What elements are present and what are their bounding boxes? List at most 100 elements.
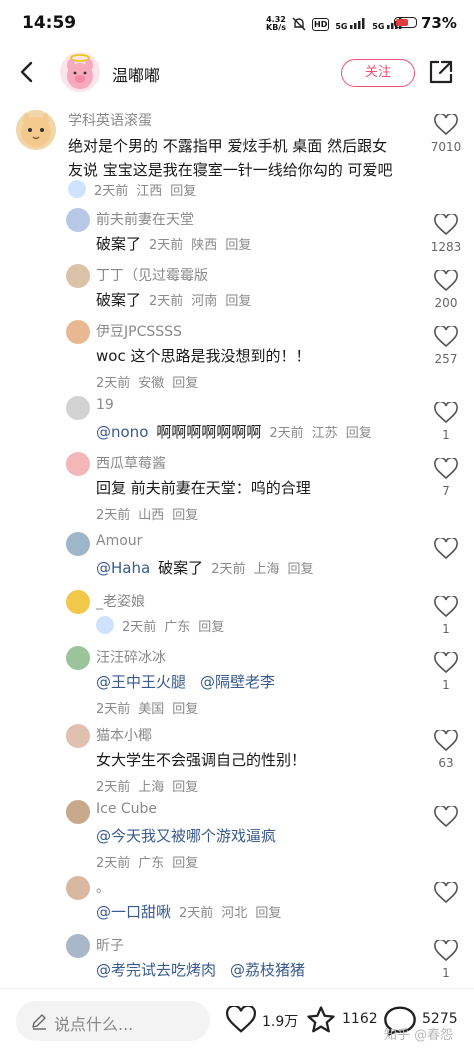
post-header: 温嘟嘟 关注 — [0, 48, 474, 100]
commenter-name[interactable]: 汪汪碎冰冰 — [96, 647, 166, 667]
commenter-avatar[interactable] — [66, 320, 90, 344]
commenter-name[interactable]: 昕子 — [96, 935, 124, 955]
favorite-button[interactable]: 1162 — [306, 1003, 378, 1039]
reply-button[interactable]: 回复 — [198, 620, 224, 635]
mention-link[interactable]: @一口甜啾 — [96, 903, 171, 921]
comment-meta: 2天前 上海 回复 — [211, 562, 314, 577]
comment-meta: 2天前 河北 回复 — [179, 906, 282, 921]
like-heart-icon[interactable] — [434, 882, 458, 904]
mention-link[interactable]: @荔枝猪猪 — [230, 961, 305, 979]
commenter-avatar[interactable] — [66, 590, 90, 614]
comment-text-line-2: 友说 宝宝这是我在寝室一针一线给你勾的 可爱吧 — [68, 161, 393, 179]
like-heart-icon[interactable] — [434, 940, 458, 962]
commenter-avatar[interactable] — [66, 264, 90, 288]
like-heart-icon[interactable] — [434, 270, 458, 292]
commenter-name[interactable]: 学科英语滚蛋 — [68, 110, 152, 130]
comment-meta: 2天前 山西 回复 — [96, 508, 199, 523]
like-heart-icon[interactable] — [434, 326, 458, 348]
reply-button[interactable]: 回复 — [287, 562, 313, 577]
mention-link[interactable]: @隔壁老李 — [200, 673, 275, 691]
commenter-name[interactable]: 前夫前妻在天堂 — [96, 209, 194, 229]
comment-meta: 2天前 河南 回复 — [149, 294, 252, 309]
like-count: 1 — [442, 966, 450, 980]
like-heart-icon[interactable] — [434, 538, 458, 560]
like-heart-icon[interactable] — [434, 596, 458, 618]
like-heart-icon[interactable] — [434, 214, 458, 236]
bottom-bar: 说点什么... 1.9万 1162 5275 — [0, 988, 474, 1054]
commenter-avatar[interactable] — [66, 646, 90, 670]
comment-text-line-1: 绝对是个男的 不露指甲 爱炫手机 桌面 然后跟女 — [68, 137, 388, 155]
comment-meta: 2天前 广东 回复 — [96, 856, 199, 871]
post-favorite-count: 1162 — [342, 1011, 378, 1027]
commenter-name[interactable]: 西瓜草莓酱 — [96, 453, 166, 473]
commenter-name[interactable]: Amour — [96, 533, 142, 549]
reply-button[interactable]: 回复 — [346, 426, 372, 441]
reply-button[interactable]: 回复 — [172, 376, 198, 391]
commenter-avatar[interactable] — [66, 800, 90, 824]
like-heart-icon[interactable] — [434, 402, 458, 424]
commenter-name[interactable]: 丁丁（见过霉霉版 — [96, 265, 208, 285]
commenter-name[interactable]: 伊豆JPCSSSS — [96, 321, 182, 341]
reply-button[interactable]: 回复 — [170, 184, 196, 199]
commenter-avatar[interactable] — [66, 208, 90, 232]
reply-content: @Haha 破案了 2天前 上海 回复 — [96, 557, 322, 578]
commenter-name[interactable]: _老姿娘 — [96, 591, 145, 611]
mention-link[interactable]: @nono — [96, 423, 148, 441]
commenter-avatar[interactable] — [66, 452, 90, 476]
commenter-avatar[interactable] — [66, 876, 90, 900]
commenter-name[interactable]: 。 — [96, 877, 110, 897]
reply-text: 破案了 — [96, 291, 142, 309]
reply-content: @王中王火腿 @隔壁老李 — [96, 671, 275, 692]
reply-button[interactable]: 回复 — [225, 294, 251, 309]
follow-button[interactable]: 关注 — [341, 59, 415, 87]
badge-emoji-icon — [96, 616, 114, 634]
reply-button[interactable]: 回复 — [172, 856, 198, 871]
reply-button[interactable]: 回复 — [225, 238, 251, 253]
share-icon[interactable] — [428, 59, 454, 85]
star-icon — [307, 1006, 335, 1033]
status-icons: HD 5G 5G — [292, 14, 403, 34]
hd-badge: HD — [312, 17, 330, 31]
comment-meta: 2天前 安徽 回复 — [96, 376, 199, 391]
like-count: 1 — [442, 622, 450, 636]
commenter-avatar[interactable] — [16, 110, 56, 150]
reply-text: 女大学生不会强调自己的性别！ — [96, 751, 307, 769]
commenter-avatar[interactable] — [66, 532, 90, 556]
commenter-name[interactable]: Ice Cube — [96, 801, 157, 817]
back-arrow-icon[interactable] — [14, 58, 42, 86]
reply-button[interactable]: 回复 — [172, 780, 198, 795]
commenter-avatar[interactable] — [66, 724, 90, 748]
mention-link[interactable]: @王中王火腿 — [96, 673, 186, 691]
pen-icon — [32, 1014, 46, 1030]
like-post-button[interactable]: 1.9万 — [226, 1003, 302, 1039]
like-heart-icon[interactable] — [434, 730, 458, 752]
reply-button[interactable]: 回复 — [172, 508, 198, 523]
like-heart-icon[interactable] — [434, 114, 458, 136]
signal-5g-1: 5G — [335, 17, 366, 31]
like-heart-icon[interactable] — [434, 652, 458, 674]
like-count: 257 — [434, 352, 458, 366]
commenter-avatar[interactable] — [66, 396, 90, 420]
like-count: 1 — [442, 678, 450, 692]
reply-content: @nono 啊啊啊啊啊啊啊 2天前 江苏 回复 — [96, 421, 380, 442]
mention-link[interactable]: @考完试去吃烤肉 — [96, 961, 216, 979]
reply-content: @一口甜啾 2天前 河北 回复 — [96, 901, 289, 922]
mention-link[interactable]: @Haha — [96, 559, 150, 577]
author-nickname[interactable]: 温嘟嘟 — [112, 62, 160, 86]
comment-input[interactable]: 说点什么... — [16, 1001, 210, 1041]
like-count: 1 — [442, 428, 450, 442]
author-avatar[interactable] — [60, 52, 100, 92]
commenter-name[interactable]: 19 — [96, 397, 114, 413]
commenter-avatar[interactable] — [66, 934, 90, 958]
commenter-name[interactable]: 猫本小椰 — [96, 725, 152, 745]
mention-link[interactable]: @今天我又被哪个游戏逼疯 — [96, 827, 276, 845]
comment-meta: 2天前 江西 回复 — [68, 180, 204, 199]
like-heart-icon[interactable] — [434, 458, 458, 480]
status-time: 14:59 — [22, 13, 77, 33]
like-heart-icon[interactable] — [434, 806, 458, 828]
like-count: 1283 — [430, 240, 462, 254]
reply-content: 破案了 2天前 河南 回复 — [96, 289, 259, 310]
like-count: 200 — [434, 296, 458, 310]
reply-button[interactable]: 回复 — [172, 702, 198, 717]
reply-button[interactable]: 回复 — [255, 906, 281, 921]
